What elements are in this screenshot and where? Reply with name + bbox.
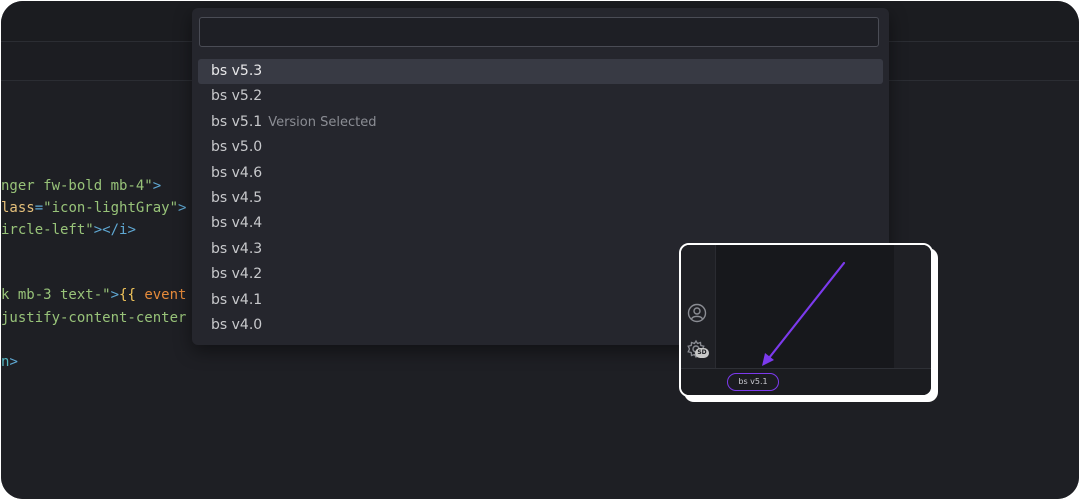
quick-pick-item-label: bs v4.2	[211, 266, 263, 283]
quick-pick-item[interactable]: bs v5.3	[198, 59, 883, 85]
code-token: {{	[119, 287, 145, 303]
code-token: >	[9, 354, 18, 370]
quick-pick-item-description: Version Selected	[268, 114, 377, 130]
code-line: lass="icon-lightGray">	[1, 197, 186, 219]
code-token: =	[34, 200, 44, 216]
quick-pick-item[interactable]: bs v5.0	[198, 135, 883, 160]
quick-pick-item-label: bs v4.5	[211, 189, 263, 206]
quick-pick-item-label: bs v5.2	[211, 88, 263, 105]
quick-pick-item-label: bs v4.3	[211, 240, 263, 257]
quick-pick-item[interactable]: bs v4.4	[198, 211, 883, 236]
quick-pick-item-label: bs v4.6	[211, 164, 263, 181]
quick-pick-item[interactable]: bs v5.1 Version Selected	[198, 110, 883, 135]
code-line: nger fw-bold mb-4">	[1, 175, 161, 197]
code-token: ></	[93, 222, 120, 238]
quick-pick-item-label: bs v4.4	[211, 215, 263, 232]
quick-pick-item[interactable]: bs v4.5	[198, 186, 883, 211]
code-line: n>	[1, 351, 18, 373]
quick-pick-item-label: bs v4.0	[211, 316, 263, 333]
status-bar-zoom-inset: SD bs v5.1	[679, 243, 933, 397]
quick-pick-item[interactable]: bs v5.2	[198, 84, 883, 109]
code-token: >	[178, 200, 187, 216]
code-token: ircle-left"	[1, 222, 94, 238]
code-line: justify-content-center	[1, 307, 186, 329]
code-token: event	[144, 287, 187, 303]
quick-pick-item[interactable]: bs v4.6	[198, 161, 883, 186]
pointer-arrow	[762, 261, 846, 366]
editor-window: nger fw-bold mb-4"> lass="icon-lightGray…	[1, 1, 1079, 499]
code-token: >	[110, 287, 120, 303]
quick-pick-item-label: bs v5.3	[211, 63, 263, 79]
code-token: "icon-lightGray"	[43, 200, 179, 216]
code-token: >	[152, 178, 162, 194]
code-token: nger fw-bold mb-4"	[1, 178, 153, 194]
quick-pick-item-label: bs v4.1	[211, 291, 263, 308]
quick-pick-item-label: bs v5.1	[211, 113, 263, 130]
code-token: >	[127, 222, 136, 238]
quick-pick-input[interactable]	[199, 17, 879, 47]
code-token: justify-content-center	[1, 310, 187, 326]
quick-pick-item-label: bs v5.0	[211, 139, 263, 156]
code-line: ircle-left"></i>	[1, 219, 136, 241]
code-token: lass	[1, 200, 35, 216]
code-token: k mb-3 text-"	[1, 287, 111, 303]
code-line: k mb-3 text-">{{ event	[1, 284, 186, 306]
